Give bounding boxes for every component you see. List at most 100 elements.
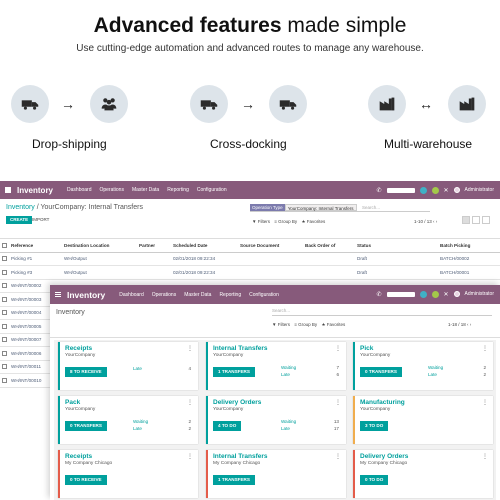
card-title[interactable]: Delivery Orders	[213, 399, 341, 406]
operation-card[interactable]: Pick YourCompany ⋮ 0 TRANSFERS Waiting 2 Late 2	[353, 342, 493, 390]
card-title[interactable]: Receipts	[65, 453, 193, 460]
kebab-menu-icon[interactable]: ⋮	[335, 399, 341, 406]
card-action-button[interactable]: 0 TO RECEIVE	[65, 475, 107, 485]
chevron-left-icon[interactable]: ‹	[433, 219, 435, 224]
chat-icon[interactable]	[419, 186, 427, 194]
kebab-menu-icon[interactable]: ⋮	[482, 345, 488, 352]
star-icon[interactable]: ★	[301, 219, 305, 224]
table-row[interactable]: Picking #1 WH/Output 02/01/2018 09:22:34 Dr…	[0, 252, 500, 266]
card-stat-label[interactable]: Waiting	[281, 365, 296, 370]
card-title[interactable]: Internal Transfers	[213, 345, 341, 352]
column-header[interactable]: Source Document	[238, 239, 303, 253]
user-name[interactable]: Administrator	[465, 187, 494, 193]
card-title[interactable]: Manufacturing	[360, 399, 488, 406]
user-name[interactable]: Administrator	[465, 291, 494, 297]
kebab-menu-icon[interactable]: ⋮	[335, 345, 341, 352]
search-input[interactable]: Operation Type YourCompany: Internal Tran…	[250, 204, 430, 212]
breadcrumb-root[interactable]: Inventory	[6, 204, 35, 211]
chevron-left-icon[interactable]: ‹	[467, 322, 469, 327]
search-facet[interactable]: Operation Type YourCompany: Internal Tran…	[250, 204, 357, 211]
menu-reporting[interactable]: Reporting	[219, 292, 241, 298]
kebab-menu-icon[interactable]: ⋮	[482, 453, 488, 460]
column-header[interactable]: Partner	[137, 239, 171, 253]
menu-reporting[interactable]: Reporting	[167, 187, 189, 193]
menu-master-data[interactable]: Master Data	[184, 292, 211, 298]
column-header[interactable]: Status	[355, 239, 438, 253]
search-input[interactable]: Search...	[272, 308, 492, 316]
menu-operations[interactable]: Operations	[152, 292, 176, 298]
row-checkbox[interactable]	[2, 269, 7, 275]
close-icon[interactable]: ✕	[444, 291, 449, 298]
phone-icon[interactable]: ✆	[376, 187, 381, 194]
operation-card[interactable]: Delivery Orders YourCompany ⋮ 4 TO DO Waitin…	[206, 396, 346, 444]
app-name[interactable]: Inventory	[67, 290, 105, 300]
column-header[interactable]: Destination Location	[62, 239, 137, 253]
card-action-button[interactable]: 0 TRANSFERS	[65, 421, 107, 431]
close-icon[interactable]: ✕	[444, 187, 449, 194]
group-by-button[interactable]: Group By	[278, 219, 297, 224]
card-action-button[interactable]: 0 TO DO	[360, 475, 389, 485]
row-checkbox[interactable]	[2, 364, 7, 370]
chevron-right-icon[interactable]: ›	[436, 219, 438, 224]
card-stat-label[interactable]: Late	[281, 426, 290, 431]
status-pill[interactable]	[386, 187, 415, 193]
app-name[interactable]: Inventory	[17, 186, 53, 195]
card-action-button[interactable]: 8 TO RECEIVE	[65, 367, 107, 377]
card-title[interactable]: Internal Transfers	[213, 453, 341, 460]
row-checkbox[interactable]	[2, 350, 7, 356]
import-button[interactable]: IMPORT	[32, 216, 49, 224]
kanban-view-icon[interactable]	[472, 216, 480, 224]
column-header[interactable]: Reference	[11, 243, 33, 248]
card-title[interactable]: Delivery Orders	[360, 453, 488, 460]
row-checkbox[interactable]	[2, 337, 7, 343]
kebab-menu-icon[interactable]: ⋮	[335, 453, 341, 460]
activity-icon[interactable]	[431, 290, 439, 298]
group-by-button[interactable]: Group By	[298, 322, 317, 327]
menu-master-data[interactable]: Master Data	[132, 187, 159, 193]
kebab-menu-icon[interactable]: ⋮	[482, 399, 488, 406]
card-stat-label[interactable]: Late	[133, 426, 142, 431]
calendar-view-icon[interactable]	[482, 216, 490, 224]
favorites-button[interactable]: Favorites	[307, 219, 326, 224]
menu-configuration[interactable]: Configuration	[197, 187, 227, 193]
card-stat-label[interactable]: Late	[281, 372, 290, 377]
create-button[interactable]: CREATE	[6, 216, 33, 224]
kebab-menu-icon[interactable]: ⋮	[187, 345, 193, 352]
column-header[interactable]: Back Order of	[303, 239, 355, 253]
avatar[interactable]	[453, 291, 460, 297]
filters-button[interactable]: Filters	[278, 322, 290, 327]
activity-icon[interactable]	[431, 186, 439, 194]
chat-icon[interactable]	[419, 290, 427, 298]
card-action-button[interactable]: 1 TRANSFERS	[213, 367, 255, 377]
filters-button[interactable]: Filters	[258, 219, 270, 224]
status-pill[interactable]	[386, 291, 415, 297]
row-checkbox[interactable]	[2, 377, 7, 383]
phone-icon[interactable]: ✆	[376, 291, 381, 298]
kebab-menu-icon[interactable]: ⋮	[187, 453, 193, 460]
apps-grid-icon[interactable]	[5, 187, 11, 193]
star-icon[interactable]: ★	[321, 322, 325, 327]
avatar[interactable]	[453, 187, 460, 193]
table-row[interactable]: Picking #3 WH/Output 02/01/2018 09:22:34 Dr…	[0, 265, 500, 280]
row-checkbox[interactable]	[2, 310, 7, 316]
menu-configuration[interactable]: Configuration	[249, 292, 279, 298]
card-action-button[interactable]: 4 TO DO	[213, 421, 242, 431]
kebab-menu-icon[interactable]: ⋮	[187, 399, 193, 406]
filter-icon[interactable]: ▼	[272, 322, 276, 327]
row-checkbox[interactable]	[2, 256, 7, 262]
operation-card[interactable]: Receipts YourCompany ⋮ 8 TO RECEIVE Late 4	[58, 342, 198, 390]
operation-card[interactable]: Manufacturing YourCompany ⋮ 3 TO DO	[353, 396, 493, 444]
operation-card[interactable]: Delivery Orders My Company Chicago ⋮ 0 TO D…	[353, 450, 493, 498]
menu-dashboard[interactable]: Dashboard	[119, 292, 143, 298]
pager-value[interactable]: 1-18 / 18	[448, 322, 466, 327]
card-stat-label[interactable]: Waiting	[133, 419, 148, 424]
column-header[interactable]: Batch Picking	[438, 239, 500, 253]
card-stat-label[interactable]: Waiting	[281, 419, 296, 424]
group-by-icon[interactable]: ≡	[294, 322, 297, 327]
chevron-right-icon[interactable]: ›	[470, 322, 472, 327]
row-checkbox[interactable]	[2, 323, 7, 329]
card-action-button[interactable]: 3 TO DO	[360, 421, 389, 431]
filter-icon[interactable]: ▼	[252, 219, 256, 224]
operation-card[interactable]: Internal Transfers My Company Chicago ⋮ 1 T…	[206, 450, 346, 498]
card-action-button[interactable]: 0 TRANSFERS	[360, 367, 402, 377]
